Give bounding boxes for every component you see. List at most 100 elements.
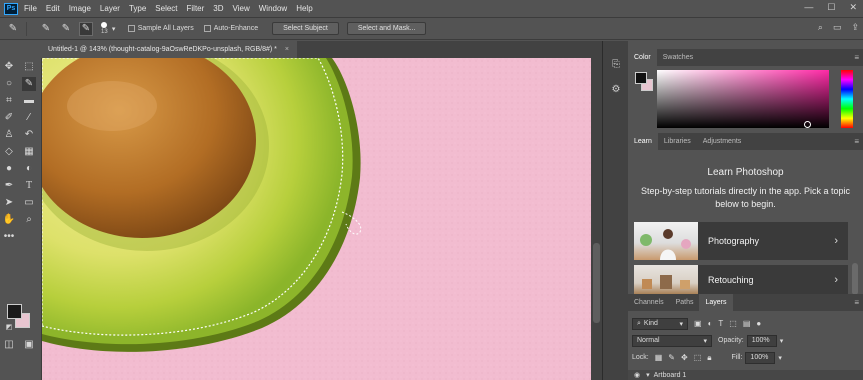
shape-filter-icon[interactable]: ⬚ (729, 319, 737, 328)
lock-image-icon[interactable]: ✎ (668, 353, 675, 362)
smart-object-filter-icon[interactable]: ▤ (743, 319, 751, 328)
panel-menu-icon[interactable]: ≡ (854, 137, 859, 146)
layer-kind-select[interactable]: ⌕ Kind ▾ (632, 317, 688, 330)
zoom-tool-icon[interactable]: ⌕ (22, 213, 36, 227)
subtract-from-selection-icon[interactable]: ✎ (79, 21, 93, 36)
search-icon[interactable]: ⌕ (818, 22, 823, 33)
opacity-input[interactable]: 100% (746, 334, 777, 347)
hand-tool-icon[interactable]: ✋ (2, 213, 16, 227)
rectangle-tool-icon[interactable]: ▭ (22, 196, 36, 210)
quick-selection-tool-icon[interactable]: ✎ (22, 77, 36, 91)
checkbox-box[interactable] (127, 25, 135, 32)
maximize-button[interactable]: ☐ (827, 2, 835, 13)
menu-filter[interactable]: Filter (187, 4, 205, 13)
lasso-tool-icon[interactable]: ○ (2, 77, 16, 91)
frame-tool-icon[interactable]: ▬ (22, 94, 36, 108)
properties-panel-icon[interactable]: ⚙ (610, 83, 622, 95)
move-tool-icon[interactable]: ✥ (2, 60, 16, 74)
eraser-tool-icon[interactable]: ◇ (2, 145, 16, 159)
hue-slider[interactable] (841, 70, 853, 128)
sample-all-layers-checkbox[interactable]: Sample All Layers (127, 25, 194, 32)
menu-layer[interactable]: Layer (100, 4, 120, 13)
workspace-icon[interactable]: ▭ (833, 22, 842, 33)
auto-enhance-checkbox[interactable]: Auto-Enhance (203, 25, 258, 32)
color-picker-field[interactable] (657, 70, 829, 128)
pen-tool-icon[interactable]: ✒ (2, 179, 16, 193)
dodge-tool-icon[interactable]: ◐ (22, 162, 36, 176)
select-and-mask-button[interactable]: Select and Mask... (346, 22, 427, 35)
gradient-tool-icon[interactable]: ▦ (22, 145, 36, 159)
select-subject-button[interactable]: Select Subject (272, 22, 339, 35)
menu-image[interactable]: Image (69, 4, 91, 13)
learn-panel-scrollbar[interactable] (852, 263, 858, 295)
default-colors-icon[interactable]: ◩ (2, 320, 16, 334)
menu-file[interactable]: File (24, 4, 37, 13)
brush-tool-icon[interactable]: ⁄ (22, 111, 36, 125)
type-filter-icon[interactable]: T (718, 319, 723, 328)
menu-window[interactable]: Window (259, 4, 287, 13)
filter-toggle-icon[interactable]: ● (756, 319, 761, 328)
panel-foreground-swatch[interactable] (635, 72, 647, 84)
learn-card-photography[interactable]: Photography › (634, 222, 848, 260)
stamp-tool-icon[interactable]: ♙ (2, 128, 16, 142)
history-panel-icon[interactable]: ⎘ (610, 58, 622, 70)
menu-view[interactable]: View (233, 4, 250, 13)
tab-channels[interactable]: Channels (628, 294, 670, 311)
tab-swatches[interactable]: Swatches (657, 49, 699, 66)
tab-learn[interactable]: Learn (628, 133, 658, 150)
close-tab-icon[interactable]: × (285, 46, 289, 53)
crop-tool-icon[interactable]: ⌗ (2, 94, 16, 108)
learn-card-retouching[interactable]: Retouching › (634, 265, 848, 295)
chevron-down-icon[interactable]: ▾ (778, 354, 782, 362)
tab-adjustments[interactable]: Adjustments (697, 133, 748, 150)
add-to-selection-icon[interactable]: ✎ (59, 22, 73, 36)
path-selection-tool-icon[interactable]: ➤ (2, 196, 16, 210)
brush-settings-chevron-icon[interactable]: ▾ (110, 22, 118, 36)
pixel-filter-icon[interactable]: ▣ (694, 319, 702, 328)
layer-row-artboard[interactable]: ◉ ▾ Artboard 1 (628, 370, 863, 380)
new-selection-icon[interactable]: ✎ (39, 22, 53, 36)
document-canvas[interactable] (42, 58, 591, 380)
chevron-down-icon[interactable]: ▾ (780, 337, 784, 345)
tab-libraries[interactable]: Libraries (658, 133, 697, 150)
menu-edit[interactable]: Edit (46, 4, 60, 13)
fill-input[interactable]: 100% (745, 351, 776, 364)
panel-menu-icon[interactable]: ≡ (854, 53, 859, 62)
menu-help[interactable]: Help (296, 4, 312, 13)
type-tool-icon[interactable]: T (22, 179, 36, 193)
chevron-down-icon[interactable]: ▾ (646, 371, 650, 379)
color-picker-cursor[interactable] (804, 121, 811, 128)
close-window-button[interactable]: ✕ (849, 2, 857, 13)
tab-paths[interactable]: Paths (670, 294, 700, 311)
adjustment-filter-icon[interactable]: ◐ (708, 319, 713, 328)
history-brush-tool-icon[interactable]: ↶ (22, 128, 36, 142)
share-icon[interactable]: ⇪ (851, 22, 859, 33)
screen-mode-icon[interactable]: ▣ (22, 338, 36, 352)
minimize-button[interactable]: — (804, 2, 813, 13)
document-tab[interactable]: Untitled-1 @ 143% (thought-catalog-9aOsw… (42, 41, 297, 58)
brush-size-picker[interactable]: 13 (101, 22, 108, 35)
lock-position-icon[interactable]: ✥ (681, 353, 688, 362)
lock-all-icon[interactable]: 🔒︎ (707, 353, 711, 363)
more-tools-icon[interactable]: ••• (2, 230, 16, 244)
menu-type[interactable]: Type (129, 4, 146, 13)
marquee-tool-icon[interactable]: ⬚ (22, 60, 36, 74)
canvas-vertical-scrollbar[interactable] (591, 58, 602, 380)
menu-select[interactable]: Select (155, 4, 177, 13)
lock-transparent-icon[interactable]: ▦ (655, 353, 663, 362)
foreground-color-swatch[interactable] (7, 304, 22, 319)
scrollbar-thumb[interactable] (593, 243, 600, 323)
lock-artboard-icon[interactable]: ⬚ (694, 353, 702, 362)
menu-3d[interactable]: 3D (213, 4, 223, 13)
blur-tool-icon[interactable]: ● (2, 162, 16, 176)
panel-menu-icon[interactable]: ≡ (854, 298, 859, 307)
eyedropper-tool-icon[interactable]: ✐ (2, 111, 16, 125)
quick-mask-icon[interactable]: ◫ (2, 338, 16, 352)
tab-layers[interactable]: Layers (699, 294, 733, 311)
quick-selection-tool-icon[interactable]: ✎ (6, 22, 20, 36)
checkbox-box[interactable] (203, 25, 211, 32)
blend-mode-select[interactable]: Normal ▾ (632, 334, 712, 347)
visibility-eye-icon[interactable]: ◉ (634, 371, 640, 379)
tab-color[interactable]: Color (628, 49, 657, 66)
learn-title: Learn Photoshop (707, 167, 784, 178)
